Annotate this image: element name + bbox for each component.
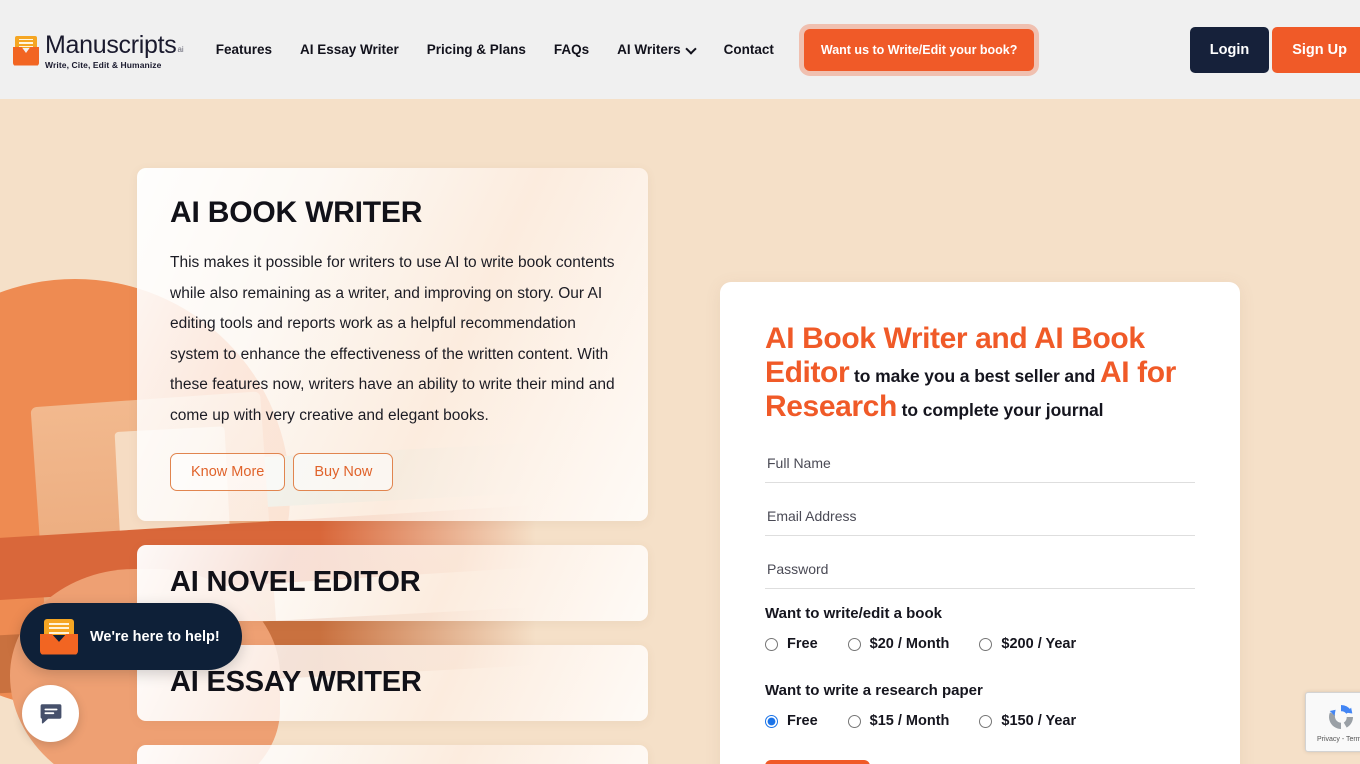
book-plan-radio-monthly[interactable] [847,637,861,651]
nav-item-contact[interactable]: Contact [710,42,788,57]
research-plan-radio-yearly[interactable] [979,714,993,728]
logo-superscript: ai [177,44,184,54]
signup-button[interactable]: Sign Up [1272,27,1360,73]
book-plan-option-monthly[interactable]: $20 / Month [847,636,950,652]
recaptcha-badge[interactable]: Privacy - Terms [1305,692,1360,752]
chat-greeting-text: We're here to help! [90,628,220,645]
password-input[interactable] [765,552,1195,589]
know-more-button[interactable]: Know More [170,453,286,491]
buy-now-button[interactable]: Buy Now [293,453,394,491]
nav-item-features[interactable]: Features [202,42,286,57]
email-input[interactable] [765,499,1195,536]
option-label: $15 / Month [869,713,950,729]
research-plan-radio-group: Free $15 / Month $150 / Year [765,713,1195,729]
research-plan-option-yearly[interactable]: $150 / Year [979,713,1076,729]
card-title: AI ESSAY WRITER [170,666,422,698]
option-label: Free [787,636,818,652]
research-plan-radio-monthly[interactable] [847,714,861,728]
form-heading: AI Book Writer and AI Book Editor to mak… [765,324,1195,426]
feature-card-ai-for-research-paper[interactable]: AI FOR RESEARCH PAPER [137,745,648,764]
header-auth-actions: Login Sign Up [1189,27,1360,73]
research-plan-radio-free[interactable] [765,714,778,728]
book-plan-radio-free[interactable] [765,637,778,651]
research-plan-option-monthly[interactable]: $15 / Month [847,713,950,729]
option-label: $200 / Year [1001,636,1077,652]
chevron-down-icon [687,45,696,54]
nav-label: AI Essay Writer [299,42,399,57]
site-header: Manuscripts ai Write, Cite, Edit & Human… [0,0,1360,99]
nav-item-ai-essay-writer[interactable]: AI Essay Writer [286,42,413,57]
nav-label: Pricing & Plans [426,42,526,57]
nav-item-faqs[interactable]: FAQs [540,42,603,57]
signup-form-panel: AI Book Writer and AI Book Editor to mak… [720,282,1240,764]
logo-name: Manuscripts [45,30,177,59]
recaptcha-icon [1329,705,1353,729]
full-name-input[interactable] [765,446,1195,483]
book-logo-icon [13,35,39,66]
submit-button[interactable]: Submit [765,760,871,764]
chat-launcher-button[interactable] [22,685,79,742]
book-plan-radio-yearly[interactable] [979,637,993,651]
book-plan-radio-group: Free $20 / Month $200 / Year [765,636,1195,652]
card-title: AI BOOK WRITER [170,196,423,229]
login-button[interactable]: Login [1189,27,1270,73]
option-label: $150 / Year [1001,713,1077,729]
research-plan-group-label: Want to write a research paper [765,682,983,699]
feature-cards-list: AI BOOK WRITER This makes it possible fo… [137,168,648,764]
nav-label: FAQs [553,42,590,57]
chat-greeting-bubble[interactable]: We're here to help! [20,603,242,670]
write-edit-book-cta-button[interactable]: Want us to Write/Edit your book? [803,28,1035,71]
form-heading-part-4: to complete your journal [896,400,1104,420]
logo-tagline: Write, Cite, Edit & Humanize [45,59,162,70]
chat-bubble-icon [40,703,61,723]
main-nav: Features AI Essay Writer Pricing & Plans… [202,28,1035,71]
feature-card-ai-book-writer[interactable]: AI BOOK WRITER This makes it possible fo… [137,168,648,521]
recaptcha-privacy-terms[interactable]: Privacy - Terms [1306,736,1360,743]
nav-label: Contact [723,42,774,57]
nav-label: AI Writers [617,42,681,57]
nav-label: Features [215,42,272,57]
form-heading-part-2: to make you a best seller and [849,366,1101,386]
card-body-text: This makes it possible for writers to us… [170,254,615,424]
book-plan-option-yearly[interactable]: $200 / Year [979,636,1076,652]
card-action-buttons: Know More Buy Now [170,453,616,491]
logo[interactable]: Manuscripts ai Write, Cite, Edit & Human… [13,30,184,70]
option-label: Free [787,713,818,729]
nav-item-pricing-plans[interactable]: Pricing & Plans [413,42,540,57]
research-plan-option-free[interactable]: Free [765,713,818,729]
form-fields [765,446,1195,589]
book-plan-option-free[interactable]: Free [765,636,818,652]
card-title: AI NOVEL EDITOR [170,566,421,598]
option-label: $20 / Month [869,636,950,652]
book-plan-group-label: Want to write/edit a book [765,605,942,622]
book-message-icon [40,618,78,655]
nav-item-ai-writers[interactable]: AI Writers [603,42,710,57]
